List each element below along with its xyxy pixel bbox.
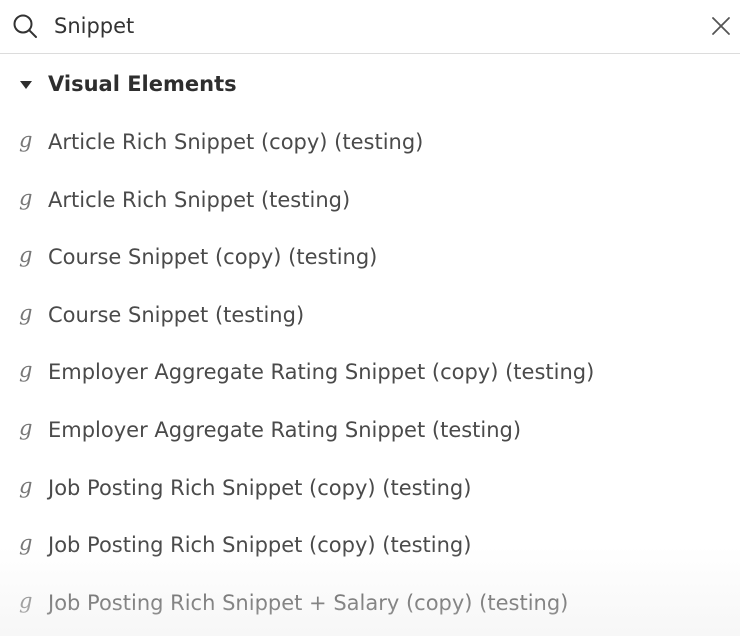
list-item-label: Job Posting Rich Snippet (copy) (testing… bbox=[48, 533, 472, 558]
list-item[interactable]: g Job Posting Rich Snippet (copy) (testi… bbox=[0, 460, 740, 518]
tag-icon: g bbox=[19, 473, 33, 498]
group-header-visual-elements[interactable]: Visual Elements bbox=[0, 62, 740, 106]
list-item-label: Job Posting Rich Snippet (copy) (testing… bbox=[48, 475, 472, 500]
list-item[interactable]: g Article Rich Snippet (copy) (testing) bbox=[0, 114, 740, 172]
list-item-label: Job Posting Rich Snippet + Salary (copy)… bbox=[48, 590, 569, 615]
list-item[interactable]: g Course Snippet (testing) bbox=[0, 287, 740, 345]
tag-icon: g bbox=[19, 243, 33, 268]
search-bar bbox=[0, 0, 740, 54]
group-title: Visual Elements bbox=[48, 72, 237, 96]
list-item[interactable]: g Course Snippet (copy) (testing) bbox=[0, 229, 740, 287]
tag-icon: g bbox=[19, 531, 33, 556]
list-item-label: Course Snippet (testing) bbox=[48, 302, 305, 327]
tag-icon: g bbox=[19, 128, 33, 152]
caret-down-icon bbox=[20, 81, 32, 89]
list-item[interactable]: g Employer Aggregate Rating Snippet (cop… bbox=[0, 344, 740, 402]
list-item[interactable]: g Job Posting Rich Snippet + Salary (cop… bbox=[0, 575, 740, 633]
list-item-label: Article Rich Snippet (testing) bbox=[48, 187, 351, 212]
results-list: g Article Rich Snippet (copy) (testing) … bbox=[0, 114, 740, 632]
search-icon bbox=[13, 14, 37, 38]
tag-icon: g bbox=[19, 300, 33, 325]
list-item[interactable]: g Employer Aggregate Rating Snippet (tes… bbox=[0, 402, 740, 460]
tag-icon: g bbox=[19, 358, 33, 383]
close-icon[interactable] bbox=[710, 15, 732, 37]
tag-icon: g bbox=[19, 185, 33, 210]
list-item-label: Course Snippet (copy) (testing) bbox=[48, 245, 378, 270]
tag-icon: g bbox=[19, 415, 33, 440]
list-item[interactable]: g Job Posting Rich Snippet (copy) (testi… bbox=[0, 517, 740, 575]
list-item-label: Employer Aggregate Rating Snippet (copy)… bbox=[48, 360, 595, 385]
tag-icon: g bbox=[19, 588, 33, 613]
search-input[interactable] bbox=[54, 10, 654, 42]
list-item[interactable]: g Article Rich Snippet (testing) bbox=[0, 172, 740, 230]
search-panel: Visual Elements g Article Rich Snippet (… bbox=[0, 0, 740, 636]
list-item-label: Employer Aggregate Rating Snippet (testi… bbox=[48, 417, 522, 442]
list-item-label: Article Rich Snippet (copy) (testing) bbox=[48, 130, 424, 154]
